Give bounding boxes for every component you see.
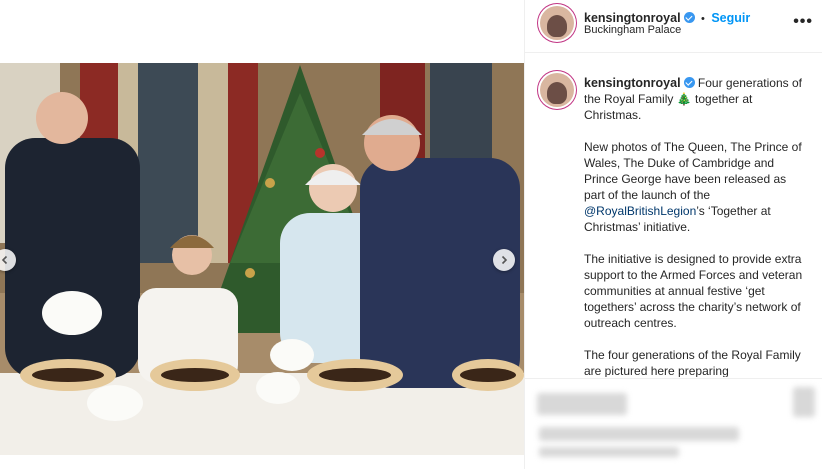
blurred-comments-area <box>525 378 822 469</box>
mention-link[interactable]: @RoyalBritishLegion <box>584 204 696 218</box>
tree-emoji: 🎄 <box>676 92 692 106</box>
profile-avatar[interactable] <box>540 6 574 40</box>
caption-paragraph-2: New photos of The Queen, The Prince of W… <box>584 139 804 235</box>
post-header: kensingtonroyal • Seguir Buckingham Pala… <box>525 0 822 53</box>
caption-paragraph-3: The initiative is designed to provide ex… <box>584 252 803 330</box>
post-media-pane <box>0 0 524 469</box>
post-sidebar: kensingtonroyal • Seguir Buckingham Pala… <box>524 0 822 469</box>
verified-badge-icon <box>683 12 695 23</box>
caption-area: kensingtonroyal Four generations of the … <box>525 53 822 377</box>
post-location[interactable]: Buckingham Palace <box>584 24 681 36</box>
blurred-block <box>539 447 679 457</box>
header-separator: • <box>701 13 705 25</box>
blurred-block <box>539 427 739 441</box>
caption-paragraph-1: kensingtonroyal Four generations of the … <box>584 75 804 123</box>
header-username[interactable]: kensingtonroyal <box>584 11 681 25</box>
chevron-left-icon <box>1 255 8 265</box>
caption-username[interactable]: kensingtonroyal <box>584 76 681 90</box>
caption-text: kensingtonroyal Four generations of the … <box>584 75 804 377</box>
caption-para2-before: New photos of The Queen, The Prince of W… <box>584 140 802 202</box>
blurred-block <box>537 393 627 415</box>
caption-paragraph-4: The four generations of the Royal Family… <box>584 348 801 377</box>
caption-avatar[interactable] <box>540 73 574 107</box>
post-photo[interactable] <box>0 63 524 455</box>
blurred-block <box>793 387 815 417</box>
carousel-next-button[interactable] <box>493 249 515 271</box>
follow-button[interactable]: Seguir <box>711 11 750 25</box>
verified-badge-icon <box>683 77 695 88</box>
chevron-right-icon <box>501 255 508 265</box>
photo-illustration <box>0 63 524 455</box>
more-options-icon[interactable]: ••• <box>793 13 813 31</box>
